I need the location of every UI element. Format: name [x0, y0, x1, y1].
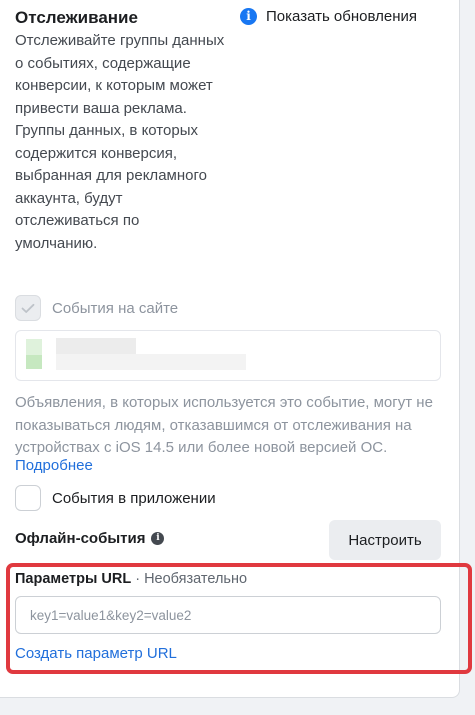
url-params-heading: Параметры URL · Необязательно [15, 571, 247, 587]
app-events-checkbox[interactable] [15, 485, 41, 511]
pixel-name-redacted [56, 338, 136, 354]
pixel-icon-redacted [26, 339, 42, 355]
url-params-input[interactable] [15, 596, 441, 634]
setup-button[interactable]: Настроить [329, 520, 441, 560]
website-events-row: События на сайте [15, 295, 178, 321]
website-events-note: Объявления, в которых используется это с… [15, 394, 433, 456]
info-icon: i [240, 8, 257, 25]
website-events-label: События на сайте [52, 299, 179, 317]
tracking-title: Отслеживание [15, 8, 138, 27]
show-updates-label: Показать обновления [266, 8, 417, 25]
app-events-row: События в приложении [15, 485, 216, 511]
url-params-optional: · Необязательно [135, 571, 248, 587]
checkmark-icon [21, 303, 35, 313]
app-events-label: События в приложении [52, 489, 216, 507]
pixel-name-redacted-long [56, 354, 246, 370]
show-updates-button[interactable]: i Показать обновления [240, 8, 417, 25]
offline-events-heading: Офлайн-события i [15, 530, 165, 547]
url-params-label: Параметры URL [15, 571, 132, 587]
pixel-icon-redacted-lower [26, 355, 42, 369]
tracking-description: Отслеживайте группы данных о событиях, с… [15, 32, 225, 252]
info-icon[interactable]: i [151, 532, 165, 545]
offline-events-label: Офлайн-события [15, 530, 146, 547]
learn-more-link[interactable]: Подробнее [15, 457, 93, 474]
website-events-checkbox[interactable] [15, 295, 41, 321]
create-url-param-link[interactable]: Создать параметр URL [15, 645, 177, 662]
pixel-selector[interactable] [15, 330, 441, 381]
